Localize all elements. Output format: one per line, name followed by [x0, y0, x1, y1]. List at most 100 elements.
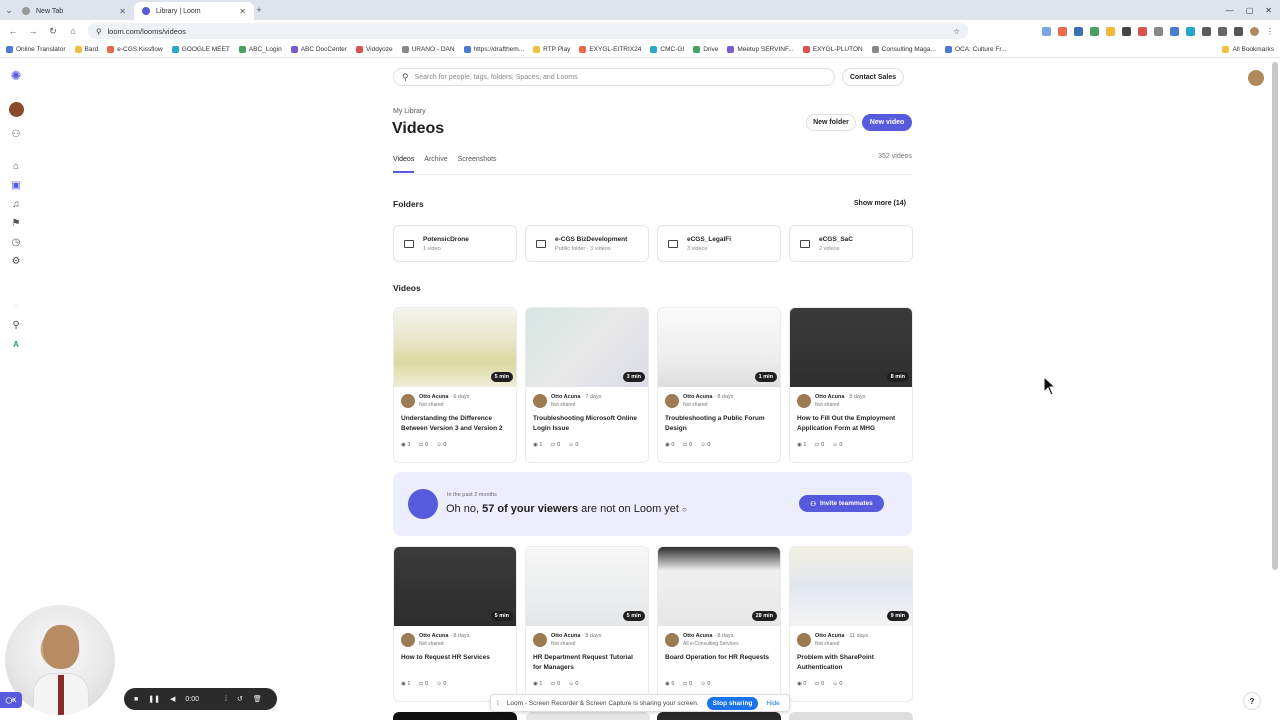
- puzzle-icon[interactable]: [1218, 26, 1227, 36]
- back-icon[interactable]: ←: [8, 26, 18, 36]
- folder-card[interactable]: eCGS_SaC 2 videos: [789, 225, 913, 262]
- folder-card[interactable]: e-CGS BizDevelopment Public folder · 3 vi…: [525, 225, 649, 262]
- extension-icon[interactable]: [1154, 26, 1163, 36]
- extension-icon[interactable]: [1106, 26, 1115, 36]
- bookmark-item[interactable]: https://drafthem...: [463, 46, 524, 53]
- reload-icon[interactable]: ↻: [48, 26, 58, 37]
- extension-icon[interactable]: [1090, 26, 1099, 36]
- tab-archive[interactable]: Archive: [424, 156, 447, 173]
- next-row-thumbnail[interactable]: [789, 712, 913, 720]
- bookmark-item[interactable]: Online Translator: [6, 46, 66, 53]
- close-tab-icon[interactable]: ✕: [239, 7, 246, 16]
- video-thumbnail[interactable]: 5 min: [394, 547, 516, 626]
- bookmark-item[interactable]: Drive: [693, 46, 718, 53]
- video-title[interactable]: Troubleshooting Microsoft Online Login I…: [526, 408, 648, 438]
- video-card[interactable]: 9 min Otto Acuna · 11 days Not shared Probl…: [789, 546, 913, 702]
- info-icon[interactable]: ○: [682, 505, 687, 514]
- folder-card[interactable]: PotensicDrone 1 video: [393, 225, 517, 262]
- bookmark-item[interactable]: EXYGL-PLUTON: [802, 46, 863, 53]
- close-tab-icon[interactable]: ✕: [119, 7, 126, 16]
- bookmark-item[interactable]: OCA: Culture Fr...: [944, 46, 1007, 53]
- bookmark-star-icon[interactable]: ☆: [953, 27, 960, 36]
- delete-icon[interactable]: 🗑: [253, 695, 262, 703]
- breadcrumb[interactable]: My Library: [393, 108, 426, 115]
- hide-button[interactable]: Hide: [766, 700, 779, 707]
- extension-icon[interactable]: [1202, 26, 1211, 36]
- video-title[interactable]: Problem with SharePoint Authentication: [790, 647, 912, 677]
- video-card[interactable]: 5 min Otto Acuna · 6 days Not shared Unders…: [393, 307, 517, 463]
- people-icon[interactable]: ⚇: [9, 127, 23, 141]
- new-tab-icon[interactable]: +: [254, 5, 264, 15]
- tab-loom-library[interactable]: Library | Loom ✕: [134, 2, 254, 20]
- bookmark-item[interactable]: GOOGLE MEET: [171, 46, 230, 53]
- share-status[interactable]: Not shared: [683, 402, 734, 408]
- video-card[interactable]: 5 min Otto Acuna · 8 days Not shared HR Dep…: [525, 546, 649, 702]
- show-more-folders-button[interactable]: Show more (14): [840, 200, 906, 207]
- url-field[interactable]: ⚲ loom.com/looms/videos ☆: [88, 23, 968, 39]
- bookmark-icon[interactable]: ⚑: [9, 216, 23, 230]
- video-thumbnail[interactable]: 5 min: [526, 547, 648, 626]
- share-status[interactable]: Not shared: [419, 641, 470, 647]
- share-status[interactable]: Not shared: [419, 402, 470, 408]
- stop-record-icon[interactable]: ■: [134, 696, 138, 703]
- user-avatar[interactable]: [1248, 70, 1264, 86]
- bookmark-item[interactable]: ABC DocCenter: [290, 46, 347, 53]
- extension-icon[interactable]: [1138, 26, 1147, 36]
- pause-icon[interactable]: ❚❚: [148, 695, 160, 703]
- share-status[interactable]: Not shared: [815, 641, 868, 647]
- loom-logo-icon[interactable]: ✺: [9, 68, 23, 83]
- video-title[interactable]: Troubleshooting a Public Forum Design: [658, 408, 780, 438]
- video-thumbnail[interactable]: 3 min: [526, 308, 648, 387]
- scrollbar[interactable]: [1272, 62, 1278, 570]
- maximize-icon[interactable]: ▢: [1246, 6, 1254, 15]
- profile-avatar[interactable]: [1250, 26, 1259, 36]
- new-folder-button[interactable]: New folder: [806, 114, 856, 131]
- workspace-avatar[interactable]: [9, 102, 24, 117]
- extension-icon[interactable]: [1186, 26, 1195, 36]
- extension-a-icon[interactable]: A: [9, 337, 23, 351]
- video-title[interactable]: Board Operation for HR Requests: [658, 647, 780, 677]
- settings-icon[interactable]: ⚙: [9, 254, 23, 268]
- help-button[interactable]: ?: [1243, 692, 1261, 710]
- restart-icon[interactable]: ↺: [237, 695, 243, 703]
- video-card[interactable]: 3 min Otto Acuna · 7 days Not shared Troubl…: [525, 307, 649, 463]
- contact-sales-button[interactable]: Contact Sales: [842, 68, 904, 86]
- share-status[interactable]: Not shared: [551, 641, 602, 647]
- tab-search-icon[interactable]: ⌄: [4, 5, 14, 16]
- all-bookmarks[interactable]: All Bookmarks: [1222, 46, 1274, 53]
- drag-handle-icon[interactable]: ⁞: [497, 700, 499, 707]
- bookmark-item[interactable]: EXYGL-EITRIX24: [579, 46, 641, 53]
- bookmark-item[interactable]: e-CGS Kissflow: [107, 46, 163, 53]
- video-thumbnail[interactable]: 1 min: [658, 308, 780, 387]
- invite-teammates-button[interactable]: ⚇ Invite teammates: [799, 495, 884, 512]
- video-title[interactable]: How to Request HR Services: [394, 647, 516, 677]
- video-title[interactable]: How to Fill Out the Employment Applicati…: [790, 408, 912, 438]
- minimize-icon[interactable]: —: [1226, 6, 1234, 15]
- rewind-icon[interactable]: ◀: [170, 695, 175, 703]
- video-card[interactable]: 8 min Otto Acuna · 8 days Not shared How to…: [789, 307, 913, 463]
- stop-sharing-button[interactable]: Stop sharing: [706, 696, 759, 710]
- forward-icon[interactable]: →: [28, 26, 38, 36]
- extension-icon[interactable]: [1074, 26, 1083, 36]
- tab-screenshots[interactable]: Screenshots: [458, 156, 497, 173]
- video-card[interactable]: 5 min Otto Acuna · 8 days Not shared How to…: [393, 546, 517, 702]
- bookmark-item[interactable]: URANO - DAN: [401, 46, 455, 53]
- bookmark-item[interactable]: RTP Play: [533, 46, 570, 53]
- notifications-icon[interactable]: ♫: [9, 197, 23, 211]
- sidebar-icon[interactable]: [1234, 26, 1243, 36]
- tab-videos[interactable]: Videos: [393, 156, 415, 173]
- new-video-button[interactable]: New video: [862, 114, 912, 131]
- history-icon[interactable]: ◷: [9, 235, 23, 249]
- grid-icon[interactable]: ⁞: [225, 696, 227, 703]
- extension-icon[interactable]: [1170, 26, 1179, 36]
- menu-icon[interactable]: ⋮: [1266, 27, 1274, 36]
- video-thumbnail[interactable]: 9 min: [790, 547, 912, 626]
- extension-icon[interactable]: [1042, 26, 1051, 36]
- home-icon[interactable]: ⌂: [9, 159, 23, 173]
- search-icon[interactable]: ⚲: [9, 318, 23, 332]
- bookmark-item[interactable]: Meetup SERVINF...: [727, 46, 794, 53]
- site-info-icon[interactable]: ⚲: [96, 27, 102, 36]
- library-icon[interactable]: ▣: [9, 178, 23, 192]
- video-thumbnail[interactable]: 8 min: [790, 308, 912, 387]
- tab-new-tab[interactable]: New Tab ✕: [14, 2, 134, 20]
